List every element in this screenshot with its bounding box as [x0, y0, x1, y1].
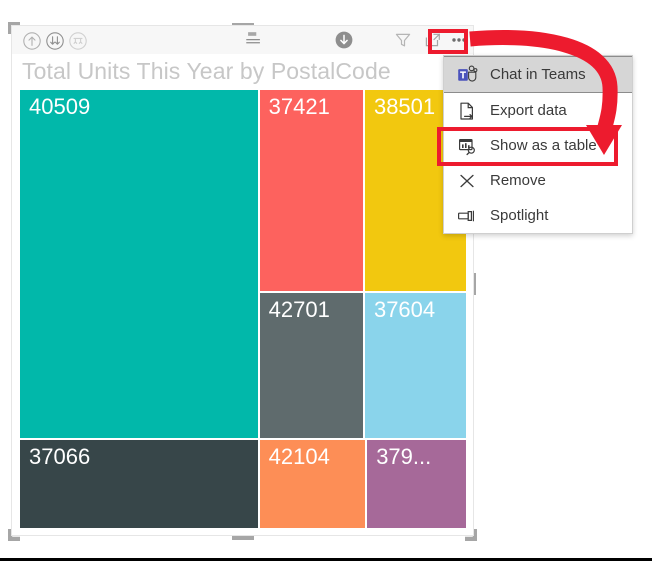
menu-item-label: Show as a table — [490, 137, 597, 154]
export-data-icon — [456, 100, 478, 122]
menu-item-label: Chat in Teams — [490, 66, 586, 83]
drill-down-mode-icon[interactable] — [68, 31, 88, 51]
drill-down-circle-icon[interactable] — [334, 30, 354, 50]
more-options-ellipsis-icon[interactable] — [449, 30, 469, 50]
visual-title: Total Units This Year by PostalCode — [22, 58, 391, 84]
treemap-tile-label: 37604 — [373, 297, 436, 323]
treemap-visual-container[interactable]: Total Units This Year by PostalCode 4050… — [11, 25, 474, 536]
treemap-tile-label: 40509 — [29, 94, 91, 119]
drill-up-arrow-icon[interactable] — [22, 31, 42, 51]
treemap-tile[interactable]: 37421 — [258, 89, 364, 293]
screenshot-root: Total Units This Year by PostalCode 4050… — [0, 0, 652, 561]
menu-item-show-as-a-table[interactable]: Show as a table — [444, 128, 632, 163]
filter-funnel-icon[interactable] — [393, 30, 413, 50]
treemap-tile[interactable]: 379... — [366, 438, 467, 529]
treemap-tile[interactable]: 42104 — [258, 438, 367, 529]
spotlight-icon — [456, 205, 478, 227]
menu-item-label: Spotlight — [490, 207, 549, 224]
show-as-table-icon — [456, 135, 478, 157]
treemap-tile[interactable]: 37604 — [363, 292, 467, 439]
treemap-tile[interactable]: 40509 — [19, 89, 259, 439]
visual-header-toolbar — [12, 26, 473, 54]
treemap-plot-area[interactable]: 40509 37421 38501 42701 37604 37066 42104 379..… — [19, 89, 467, 529]
expand-all-down-icon[interactable] — [45, 31, 65, 51]
treemap-tile-label: 38501 — [373, 94, 436, 119]
menu-item-remove[interactable]: Remove — [444, 163, 632, 198]
treemap-tile-label: 42701 — [268, 297, 330, 323]
focus-mode-expand-icon[interactable] — [423, 30, 443, 50]
teams-icon — [456, 64, 478, 86]
treemap-tile-label: 37421 — [268, 94, 330, 119]
menu-item-export-data[interactable]: Export data — [444, 93, 632, 128]
treemap-tile-label: 42104 — [268, 443, 330, 469]
menu-item-label: Remove — [490, 172, 546, 189]
menu-item-label: Export data — [490, 102, 567, 119]
menu-item-chat-in-teams[interactable]: Chat in Teams — [444, 56, 632, 93]
treemap-tile[interactable]: 42701 — [258, 292, 364, 439]
more-options-context-menu[interactable]: Chat in Teams Export data Show as a table R… — [443, 55, 633, 234]
treemap-tile[interactable]: 37066 — [19, 438, 259, 529]
treemap-tile-label: 37066 — [29, 443, 91, 469]
hamburger-lines-icon[interactable] — [244, 29, 264, 49]
treemap-tile-label: 379... — [376, 443, 432, 469]
close-x-icon — [456, 170, 478, 192]
menu-item-spotlight[interactable]: Spotlight — [444, 198, 632, 233]
